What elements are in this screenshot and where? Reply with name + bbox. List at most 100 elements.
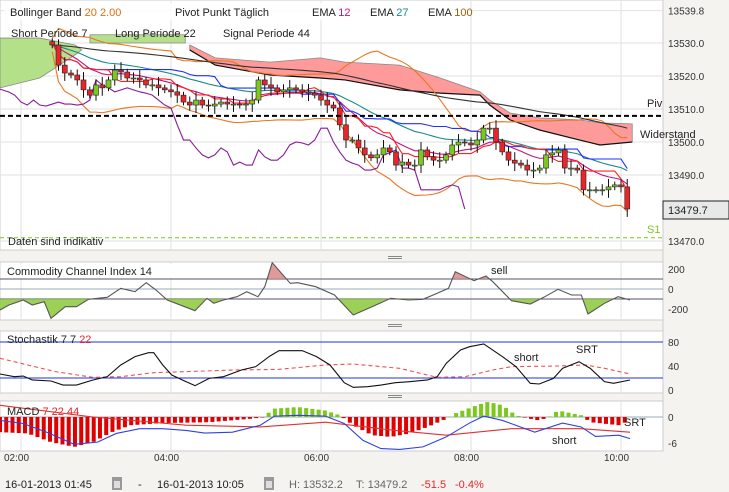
range-to[interactable]: 16-01-2013 10:05 [157, 479, 244, 491]
macd-histogram-bar [566, 412, 571, 417]
cci-period: 14 [140, 266, 152, 278]
price-tick-label: 13510.0 [668, 105, 705, 116]
range-change: -51.5 [421, 479, 446, 491]
stoch-srt-annotation: SRT [576, 344, 598, 356]
range-low: T: 13479.2 [356, 479, 407, 491]
long-period-label: Long Periode [115, 28, 180, 40]
bollinger-label: Bollinger Band [10, 7, 82, 19]
candle-body [305, 91, 312, 94]
range-change-pct: -0.4% [455, 479, 484, 491]
ema12-label: EMA [312, 7, 337, 19]
last-price-marker: 13479.7 [662, 200, 729, 220]
candle-body [549, 152, 556, 156]
svg-text:Signal Periode 44: Signal Periode 44 [223, 28, 310, 40]
candle-body [61, 64, 68, 74]
stochastic-panel[interactable] [0, 330, 664, 394]
macd-histogram-bar [554, 411, 559, 417]
macd-histogram-bar [247, 417, 252, 419]
candle-body [136, 77, 143, 81]
macd-histogram-bar [91, 417, 96, 442]
svg-text:Long Periode 22: Long Periode 22 [115, 28, 196, 40]
macd-histogram-bar [591, 417, 596, 423]
stoch-title: Stochastik [7, 334, 58, 346]
svg-text:EMA 12: EMA 12 [312, 7, 351, 19]
macd-histogram-bar [172, 417, 177, 423]
macd-histogram-bar [472, 406, 477, 417]
macd-histogram-bar [616, 417, 621, 426]
macd-histogram-bar [522, 417, 527, 418]
resize-handle-3[interactable] [386, 394, 404, 399]
candle-body [618, 184, 624, 188]
candle-body [255, 79, 262, 101]
candle-body [499, 141, 506, 153]
price-tick-label: 13520.0 [668, 72, 705, 83]
resize-handle-2[interactable] [386, 323, 404, 328]
candle-body [580, 169, 587, 191]
candle-body [518, 162, 524, 166]
calendar-icon-from[interactable] [112, 477, 122, 490]
candle-body [168, 89, 174, 93]
cci-tick-label: -200 [668, 305, 688, 316]
stoch-tick-label: 80 [668, 338, 680, 349]
macd-p2: 22 [52, 406, 64, 418]
svg-text:Short Periode 7: Short Periode 7 [11, 28, 87, 40]
candle-body [393, 151, 399, 166]
macd-histogram-bar [547, 416, 552, 417]
macd-histogram-bar [447, 416, 452, 418]
cci-tick-label: 200 [668, 265, 685, 276]
short-period-label: Short Periode [11, 28, 78, 40]
macd-histogram-bar [585, 417, 590, 420]
candle-body [399, 161, 406, 166]
macd-histogram-bar [416, 417, 421, 431]
x-tick-label: 06:00 [304, 453, 329, 464]
macd-histogram-bar [541, 417, 546, 419]
macd-histogram-bar [179, 417, 184, 423]
macd-histogram-bar [141, 417, 146, 425]
macd-histogram-bar [535, 417, 540, 421]
candle-body [418, 149, 424, 166]
candle-body [493, 127, 499, 143]
macd-histogram-bar [204, 417, 209, 423]
candle-body [93, 84, 99, 96]
range-from[interactable]: 16-01-2013 01:45 [5, 479, 92, 491]
macd-histogram-bar [441, 417, 446, 420]
macd-histogram-bar [85, 417, 90, 444]
candle-body [561, 149, 568, 169]
widerstand-annotation: Widerstand [640, 129, 696, 141]
candle-body [430, 156, 437, 161]
macd-histogram-bar [0, 417, 2, 433]
price-tick-label: 13490.0 [668, 171, 705, 182]
calendar-icon-to[interactable] [264, 477, 274, 490]
candle-body [268, 84, 274, 89]
cci-tick-label: 0 [668, 285, 674, 296]
candle-body [461, 141, 468, 144]
candle-body [405, 161, 412, 166]
macd-histogram-bar [191, 417, 196, 423]
price-tick-label: 13530.0 [668, 39, 705, 50]
long-period-value: 22 [184, 28, 196, 40]
macd-histogram-bar [597, 417, 602, 424]
macd-histogram-bar [347, 417, 352, 423]
candle-body [105, 79, 112, 89]
candle-body [543, 154, 549, 169]
candle-body [199, 99, 206, 106]
macd-histogram-bar [41, 417, 46, 440]
macd-histogram-bar [122, 417, 127, 428]
cci-sell-annotation: sell [491, 265, 508, 277]
candle-body [99, 84, 106, 89]
macd-histogram-bar [72, 417, 77, 447]
macd-histogram-bar [160, 417, 165, 424]
macd-histogram-bar [235, 417, 240, 420]
resize-handle-1[interactable] [386, 255, 404, 260]
bollinger-dev: 2.00 [100, 7, 121, 19]
candle-body [455, 141, 462, 146]
macd-srt-annotation: SRT [624, 417, 646, 429]
ema12-value: 12 [338, 7, 350, 19]
chart: 02:00 04:00 06:00 08:00 10:00 13539.8 13530.0 1… [0, 0, 729, 491]
candle-body [361, 147, 368, 156]
macd-histogram-bar [166, 417, 171, 423]
candle-body [368, 154, 374, 159]
candle-body [118, 69, 124, 73]
macd-histogram-bar [529, 417, 534, 419]
macd-histogram-bar [216, 417, 221, 422]
